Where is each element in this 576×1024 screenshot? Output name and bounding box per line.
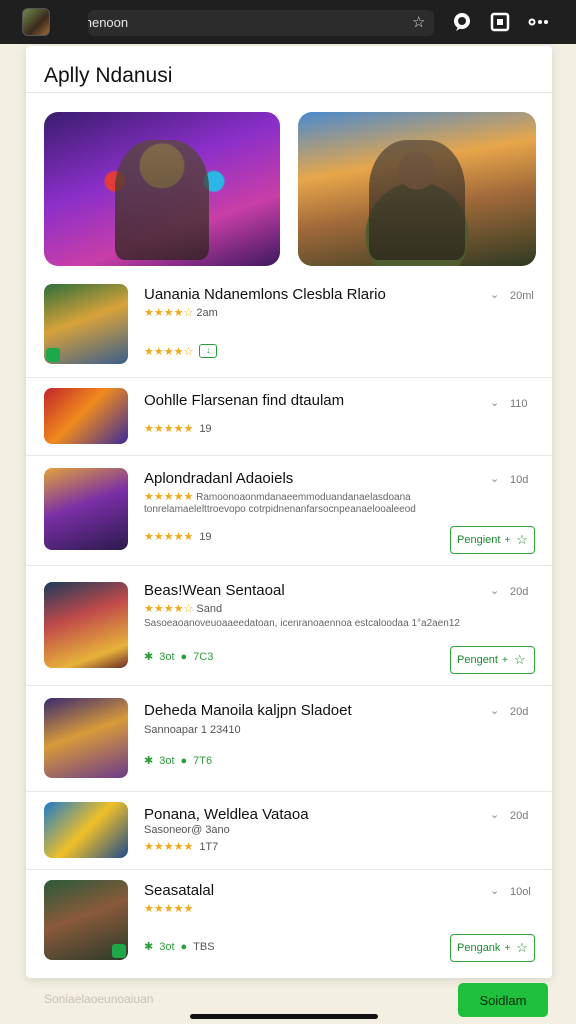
app-size: 20d xyxy=(510,810,529,822)
chat-icon: ● xyxy=(180,754,188,767)
chevron-down-icon[interactable]: ⌄ xyxy=(490,396,502,409)
run-icon: ✱ xyxy=(144,651,154,663)
get-app-button[interactable]: Pengient + ☆ xyxy=(450,526,535,554)
address-bar[interactable]: Nolanenoon ☆ xyxy=(88,10,434,36)
app-size: 110 xyxy=(510,398,528,410)
rating-stars-icon: ★★★★☆ xyxy=(144,345,194,358)
app-thumbnail[interactable] xyxy=(44,388,128,444)
more-icon[interactable] xyxy=(528,12,548,32)
app-rating: Sasoneor@ 3ano xyxy=(144,824,230,836)
app-rating: ★★★★☆ 2am xyxy=(144,307,218,319)
plus-icon: + xyxy=(501,654,508,666)
get-app-button[interactable]: Pengent + ☆ xyxy=(450,646,535,674)
chevron-down-icon[interactable]: ⌄ xyxy=(490,884,502,897)
app-title[interactable]: Seasatalal xyxy=(144,882,214,899)
rating-stars-icon: ★★★★★ xyxy=(144,531,194,543)
app-rating: ★★★★★ Ramoonoaonmdanaeemmoduandanaelasdo… xyxy=(144,491,411,503)
chevron-down-icon[interactable]: ⌄ xyxy=(490,584,502,597)
download-icon: ↓ xyxy=(199,344,218,358)
play-badge-icon xyxy=(112,944,126,958)
plus-icon: + xyxy=(504,942,511,954)
app-size: 20d xyxy=(510,586,529,598)
get-app-button[interactable]: Pengank + ☆ xyxy=(450,934,535,962)
list-item[interactable]: Beas!Wean Sentaoal ★★★★☆ Sand Sasoeaoano… xyxy=(26,566,552,686)
app-description: Sasoeaoanoveuoaaeedatoan, icenranoaennoa… xyxy=(144,618,460,629)
list-item[interactable]: Deheda Manoila kaljpn Sladoet Sannoapar … xyxy=(26,686,552,792)
footer-label: Soniaelaoeunoaiuan xyxy=(44,992,154,1006)
chevron-down-icon[interactable]: ⌄ xyxy=(490,288,502,301)
app-meta: ✱ 3ot ● 7T6 xyxy=(144,754,213,768)
rating-stars-icon: ★★★★★ xyxy=(144,841,194,853)
install-button[interactable]: Soidlam xyxy=(458,983,548,1017)
chat-icon: ● xyxy=(180,940,188,953)
list-item[interactable]: Oohlle Flarsenan find dtaulam ★★★★★ 19 ⌄… xyxy=(26,378,552,456)
page-title: Aplly Ndanusi xyxy=(44,64,173,87)
app-size: 20ml xyxy=(510,290,534,302)
chat-icon[interactable] xyxy=(452,12,472,32)
app-meta: ★★★★★ 19 xyxy=(144,422,212,436)
list-item[interactable]: Aplondradanl Adaoiels ★★★★★ Ramoonoaonmd… xyxy=(26,456,552,566)
app-icon[interactable] xyxy=(22,8,50,36)
run-icon: ✱ xyxy=(144,755,154,767)
app-meta: ✱ 3ot ● TBS xyxy=(144,940,215,954)
app-list-card: Aplly Ndanusi Uanania Ndanemlons Clesbla… xyxy=(26,46,552,978)
app-meta: ★★★★★ 19 xyxy=(144,530,212,544)
star-icon: ☆ xyxy=(513,652,526,667)
app-rating: Sannoapar 1 23410 xyxy=(144,724,241,736)
app-thumbnail[interactable] xyxy=(44,802,128,858)
app-rating: ★★★★★ xyxy=(144,902,193,915)
rating-stars-icon: ★★★★★ xyxy=(144,903,194,915)
app-size: 10ol xyxy=(510,886,531,898)
plus-icon: + xyxy=(504,534,511,546)
app-title[interactable]: Beas!Wean Sentaoal xyxy=(144,582,285,599)
rating-stars-icon: ★★★★☆ xyxy=(144,307,194,319)
app-title[interactable]: Deheda Manoila kaljpn Sladoet xyxy=(144,702,352,719)
app-thumbnail[interactable] xyxy=(44,284,128,364)
star-icon[interactable]: ☆ xyxy=(412,15,428,31)
list-item[interactable]: Seasatalal ★★★★★ ✱ 3ot ● TBS ⌄ 10ol Pengank… xyxy=(26,870,552,974)
title-divider xyxy=(26,92,552,93)
app-title[interactable]: Ponana, Weldlea Vataoa xyxy=(144,806,309,823)
chevron-down-icon[interactable]: ⌄ xyxy=(490,808,502,821)
app-thumbnail[interactable] xyxy=(44,698,128,778)
banner-soldier-figure xyxy=(369,139,465,260)
rating-stars-icon: ★★★★★ xyxy=(144,423,194,435)
featured-banner-2[interactable] xyxy=(298,112,536,266)
rating-stars-icon: ★★★★☆ xyxy=(144,603,194,615)
rating-stars-icon: ★★★★★ xyxy=(144,491,194,503)
app-meta: ★★★★☆ ↓ xyxy=(144,344,218,358)
app-thumbnail[interactable] xyxy=(44,880,128,960)
address-text: Nolanenoon xyxy=(88,15,129,30)
app-title[interactable]: Aplondradanl Adaoiels xyxy=(144,470,293,487)
chevron-down-icon[interactable]: ⌄ xyxy=(490,472,502,485)
app-size: 10d xyxy=(510,474,529,486)
app-meta: ★★★★★ 1T7 xyxy=(144,840,219,854)
featured-banner-1[interactable] xyxy=(44,112,280,266)
app-meta: ✱ 3ot ● 7C3 xyxy=(144,650,214,664)
app-title[interactable]: Oohlle Flarsenan find dtaulam xyxy=(144,392,344,409)
play-badge-icon xyxy=(46,348,60,362)
star-icon: ☆ xyxy=(516,532,528,547)
home-indicator[interactable] xyxy=(190,1014,378,1019)
browser-top-bar: Nolanenoon ☆ xyxy=(0,0,576,44)
app-rating: ★★★★☆ Sand xyxy=(144,603,223,615)
app-title[interactable]: Uanania Ndanemlons Clesbla Rlario xyxy=(144,286,386,303)
list-item[interactable]: Uanania Ndanemlons Clesbla Rlario ★★★★☆ … xyxy=(26,278,552,378)
tabs-icon[interactable] xyxy=(490,12,510,32)
app-description: tonrelamaelelttroevopo cotrpidnenanfarso… xyxy=(144,504,416,515)
list-item[interactable]: Ponana, Weldlea Vataoa Sasoneor@ 3ano ★★… xyxy=(26,792,552,870)
run-icon: ✱ xyxy=(144,941,154,953)
app-thumbnail[interactable] xyxy=(44,582,128,668)
banner-hero-figure xyxy=(114,139,210,260)
chevron-down-icon[interactable]: ⌄ xyxy=(490,704,502,717)
app-thumbnail[interactable] xyxy=(44,468,128,550)
chat-icon: ● xyxy=(180,650,188,663)
app-size: 20d xyxy=(510,706,529,718)
star-icon: ☆ xyxy=(516,940,528,955)
